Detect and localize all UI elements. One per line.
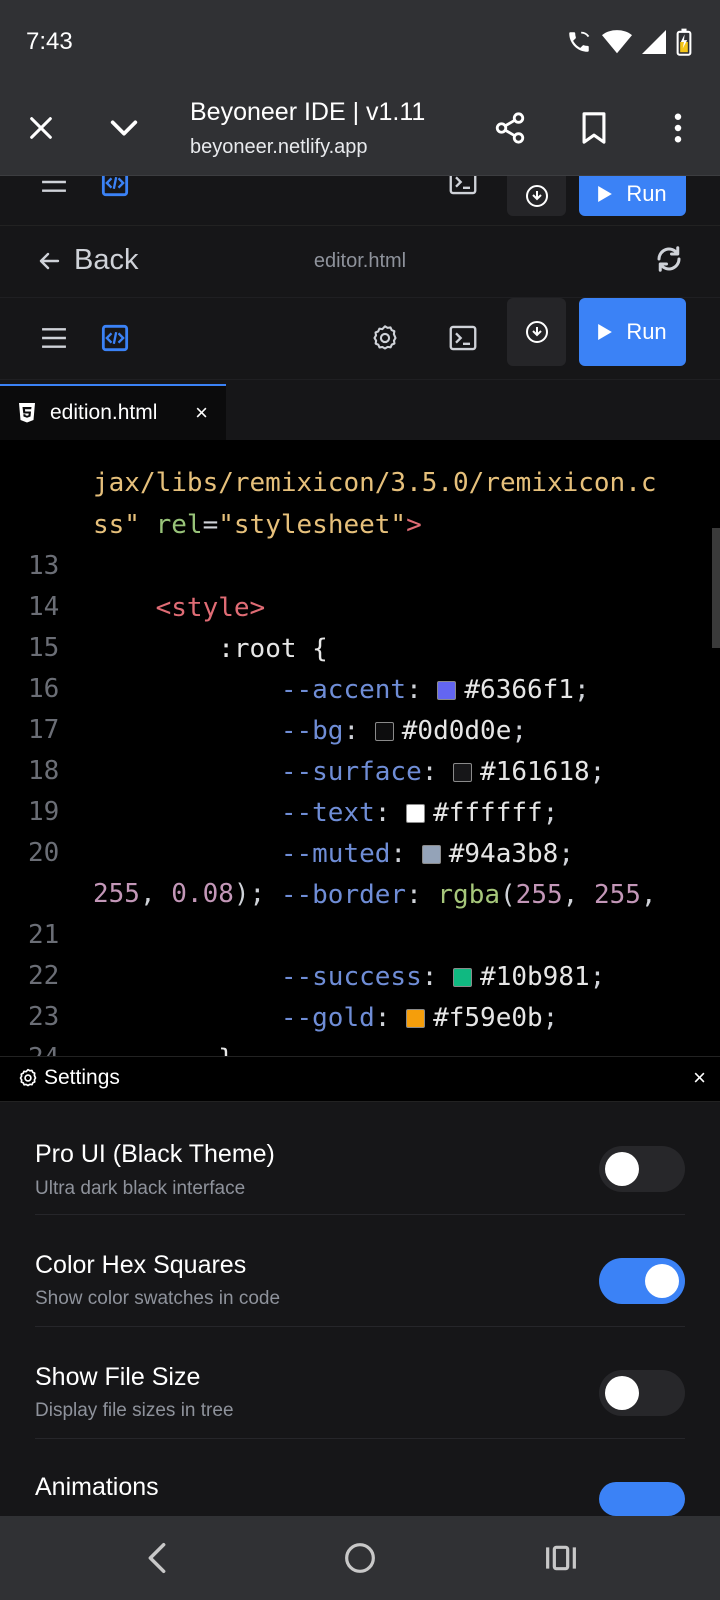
play-icon xyxy=(598,324,613,340)
show-file-size-toggle[interactable] xyxy=(599,1370,685,1416)
back-nav-icon[interactable] xyxy=(146,1542,168,1574)
tab-close-icon[interactable]: × xyxy=(195,400,208,426)
status-time: 7:43 xyxy=(26,28,73,55)
setting-label: Pro UI (Black Theme) xyxy=(35,1140,275,1168)
tab-label: edition.html xyxy=(50,401,158,424)
editor-toolbar: Run xyxy=(0,298,720,380)
color-hex-squares-toggle[interactable] xyxy=(599,1258,685,1304)
run-button[interactable]: Run xyxy=(579,298,686,366)
close-icon[interactable] xyxy=(19,106,63,150)
scrolled-toolbar: Run xyxy=(0,176,720,226)
pro-ui-toggle[interactable] xyxy=(599,1146,685,1192)
setting-label: Animations xyxy=(35,1473,159,1501)
editor-nav: Back editor.html xyxy=(0,226,720,298)
code-line: 19 --muted: #94a3b8; xyxy=(28,797,574,869)
page-url[interactable]: beyoneer.netlify.app xyxy=(190,136,368,159)
code-file-icon[interactable] xyxy=(100,176,130,198)
download-button[interactable] xyxy=(507,176,566,216)
code-line: 15 --accent: #6366f1; xyxy=(28,633,590,705)
settings-panel: Pro UI (Black Theme) Ultra dark black in… xyxy=(0,1102,720,1516)
download-button[interactable] xyxy=(507,298,566,366)
signal-icon xyxy=(642,30,666,54)
chevron-down-icon[interactable] xyxy=(102,106,146,150)
status-icons xyxy=(566,28,692,56)
code-line: 24 xyxy=(0,995,720,1056)
gear-icon xyxy=(19,1068,37,1087)
setting-label: Color Hex Squares xyxy=(35,1251,247,1279)
animations-toggle[interactable] xyxy=(599,1482,685,1516)
menu-icon[interactable] xyxy=(38,320,70,356)
setting-row: Pro UI (Black Theme) Ultra dark black in… xyxy=(35,1102,685,1215)
menu-icon[interactable] xyxy=(38,176,70,198)
system-nav-bar xyxy=(0,1516,720,1600)
run-button[interactable]: Run xyxy=(579,176,686,216)
code-editor[interactable]: jax/libs/remixicon/3.5.0/remixicon.c ss"… xyxy=(0,440,720,1056)
setting-row: Show File Size Display file sizes in tre… xyxy=(35,1326,685,1439)
code-line: 22 --gold: #f59e0b; xyxy=(28,961,559,1033)
file-tab[interactable]: edition.html × xyxy=(0,384,226,440)
wifi-calling-icon xyxy=(569,31,590,52)
terminal-icon[interactable] xyxy=(448,176,478,198)
download-icon xyxy=(525,321,548,343)
settings-header: Settings × xyxy=(0,1056,720,1102)
setting-description: Ultra dark black interface xyxy=(35,1178,246,1199)
code-line: 17 --surface: #161618; xyxy=(28,715,606,787)
run-label: Run xyxy=(626,319,667,344)
play-icon xyxy=(598,186,613,202)
setting-row: Animations xyxy=(35,1438,685,1516)
code-line: 16 --bg: #0d0d0e; xyxy=(28,674,528,746)
refresh-icon[interactable] xyxy=(654,244,684,279)
battery-icon xyxy=(676,28,692,56)
code-line: 18 --text: #ffffff; xyxy=(28,756,559,828)
code-line: 23 } xyxy=(28,1002,234,1056)
more-vert-icon[interactable] xyxy=(656,106,700,150)
code-line: 14 :root { xyxy=(28,592,328,664)
recents-nav-icon[interactable] xyxy=(545,1544,577,1572)
code-line: jax/libs/remixicon/3.5.0/remixicon.c xyxy=(0,440,720,498)
code-line: 255, 0.08); xyxy=(93,879,266,909)
status-bar: 7:43 xyxy=(0,0,720,84)
code-line: 21 --success: #10b981; xyxy=(28,920,606,992)
wifi-icon xyxy=(602,30,632,54)
html5-icon xyxy=(19,403,35,423)
settings-close-icon[interactable]: × xyxy=(693,1065,706,1091)
file-tabs: edition.html × xyxy=(0,380,720,440)
setting-description: Display file sizes in tree xyxy=(35,1400,234,1421)
gear-icon[interactable] xyxy=(368,320,402,356)
setting-description: Show color swatches in code xyxy=(35,1288,281,1309)
settings-title: Settings xyxy=(44,1066,120,1089)
code-file-icon[interactable] xyxy=(100,321,130,355)
terminal-icon[interactable] xyxy=(446,320,480,356)
setting-label: Show File Size xyxy=(35,1363,201,1391)
code-line: 13 <style> xyxy=(28,551,266,623)
share-icon[interactable] xyxy=(488,106,532,150)
run-label: Run xyxy=(626,181,667,206)
browser-toolbar: Beyoneer IDE | v1.11 beyoneer.netlify.ap… xyxy=(0,84,720,176)
setting-row: Color Hex Squares Show color swatches in… xyxy=(35,1214,685,1327)
editor-scrollbar[interactable] xyxy=(712,528,720,648)
code-line: 20 --border: rgba(255, 255, xyxy=(28,838,657,910)
page-title: Beyoneer IDE | v1.11 xyxy=(190,98,426,126)
current-filename: editor.html xyxy=(313,250,407,272)
code-line: ss" rel="stylesheet"> xyxy=(93,510,422,540)
bookmark-icon[interactable] xyxy=(572,106,616,150)
home-nav-icon[interactable] xyxy=(344,1542,376,1574)
